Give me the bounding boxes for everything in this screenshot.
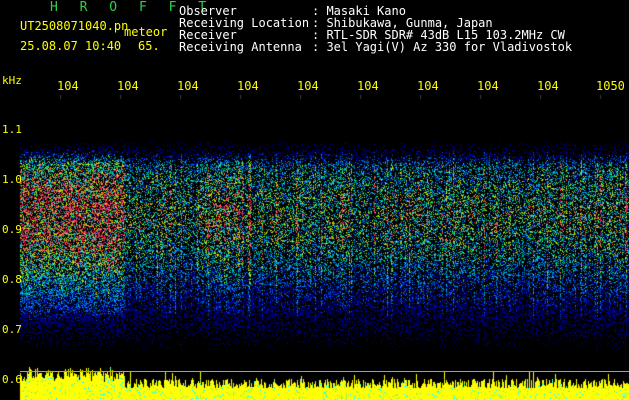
x-tick: 104 (537, 79, 559, 93)
field-label-antenna: Receiving Antenna (179, 40, 302, 54)
x-tick: 104 (357, 79, 379, 93)
file-name: UT2508071040.pn (20, 19, 129, 33)
x-tick: 104 (57, 79, 79, 93)
spectrogram-canvas (0, 0, 629, 400)
x-tick: 104 (177, 79, 199, 93)
y-tick: 0.7 (2, 323, 22, 336)
y-tick: 1.0 (2, 173, 22, 186)
timestamp: 25.08.07 10:40 (20, 39, 122, 53)
y-tick: 0.9 (2, 223, 22, 236)
x-tick: 104 (417, 79, 439, 93)
y-tick: 0.8 (2, 273, 22, 286)
y-axis-unit: kHz (2, 74, 22, 87)
baseline-divider (20, 371, 629, 372)
field-value-antenna: : 3el Yagi(V) Az 330 for Vladivostok (312, 40, 573, 54)
extra-value: 65. (138, 39, 160, 53)
y-tick: 1.1 (2, 123, 22, 136)
x-tick: 104 (117, 79, 139, 93)
x-tick: 104 (477, 79, 499, 93)
x-tick: 104 (237, 79, 259, 93)
file-suffix: meteor (124, 25, 168, 39)
y-tick: 0.6 (2, 373, 22, 386)
x-tick: 104 (297, 79, 319, 93)
x-tick: 1050 (596, 79, 625, 93)
